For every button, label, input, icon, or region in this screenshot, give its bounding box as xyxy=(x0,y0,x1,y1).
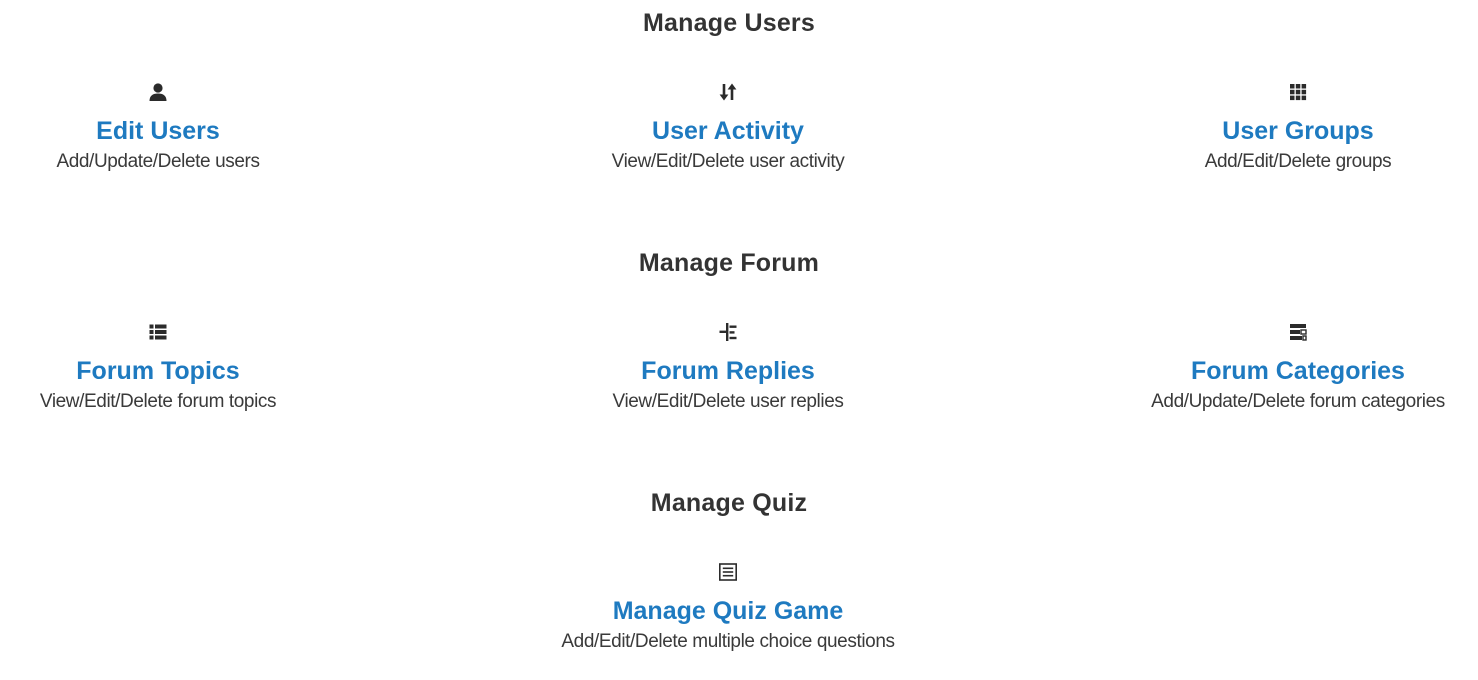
forum-categories-link[interactable]: Forum Categories xyxy=(1191,356,1405,386)
tile-manage-quiz-game: Manage Quiz Game Add/Edit/Delete multipl… xyxy=(478,558,978,653)
tile-edit-users: Edit Users Add/Update/Delete users xyxy=(0,78,408,173)
user-groups-link[interactable]: User Groups xyxy=(1222,116,1373,146)
edit-users-description: Add/Update/Delete users xyxy=(56,151,260,172)
list-alt-icon xyxy=(714,558,742,586)
manage-quiz-game-description: Add/Edit/Delete multiple choice question… xyxy=(561,631,895,652)
user-groups-description: Add/Edit/Delete groups xyxy=(1204,151,1392,172)
user-activity-link[interactable]: User Activity xyxy=(652,116,804,146)
user-activity-description: View/Edit/Delete user activity xyxy=(611,151,845,172)
section-manage-forum: Manage Forum Forum Topics View/Edit/Dele… xyxy=(0,240,1478,440)
section-manage-quiz: Manage Quiz Manage Quiz Game Add/Edit/De… xyxy=(0,480,1478,680)
tile-user-groups: User Groups Add/Edit/Delete groups xyxy=(1048,78,1478,173)
forum-topics-link[interactable]: Forum Topics xyxy=(76,356,239,386)
forum-replies-description: View/Edit/Delete user replies xyxy=(612,391,844,412)
user-icon xyxy=(144,78,172,106)
forum-categories-description: Add/Update/Delete forum categories xyxy=(1151,391,1445,412)
edit-users-link[interactable]: Edit Users xyxy=(96,116,220,146)
tile-forum-topics: Forum Topics View/Edit/Delete forum topi… xyxy=(0,318,408,413)
section-manage-users: Manage Users Edit Users Add/Update/Delet… xyxy=(0,0,1478,200)
manage-quiz-game-link[interactable]: Manage Quiz Game xyxy=(613,596,844,626)
tree-icon xyxy=(714,318,742,346)
section-title: Manage Users xyxy=(643,9,815,37)
tile-forum-replies: Forum Replies View/Edit/Delete user repl… xyxy=(478,318,978,413)
tile-user-activity: User Activity View/Edit/Delete user acti… xyxy=(478,78,978,173)
tasks-icon xyxy=(1284,318,1312,346)
forum-replies-link[interactable]: Forum Replies xyxy=(641,356,815,386)
grid-icon xyxy=(1284,78,1312,106)
sort-arrows-icon xyxy=(714,78,742,106)
forum-topics-description: View/Edit/Delete forum topics xyxy=(39,391,277,412)
section-title: Manage Quiz xyxy=(650,489,808,517)
section-title: Manage Forum xyxy=(638,249,820,277)
list-icon xyxy=(144,318,172,346)
tile-forum-categories: Forum Categories Add/Update/Delete forum… xyxy=(1048,318,1478,413)
